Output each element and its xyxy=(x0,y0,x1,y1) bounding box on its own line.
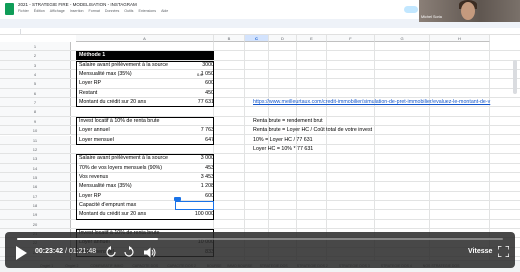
menu-item[interactable]: Insertion xyxy=(70,9,84,13)
row-number[interactable]: 10 xyxy=(0,126,71,135)
column-header-g[interactable]: G xyxy=(375,35,430,42)
row-number[interactable]: 13 xyxy=(0,154,71,163)
invest-box-1 xyxy=(76,116,214,145)
row-number[interactable]: 6 xyxy=(0,88,71,98)
method-1-box xyxy=(76,60,214,108)
row-number[interactable]: 8 xyxy=(0,107,71,116)
formula-bar[interactable] xyxy=(0,28,520,35)
menu-item[interactable]: Fichier xyxy=(18,9,29,13)
play-icon[interactable] xyxy=(15,246,27,260)
rewind-10-icon[interactable] xyxy=(105,246,117,258)
total-time: 01:21:48 xyxy=(68,248,97,255)
row-number[interactable]: 4 xyxy=(0,70,71,79)
section-header-label: Méthode 1 xyxy=(79,52,106,59)
sheets-logo-icon[interactable] xyxy=(5,3,14,15)
document-title[interactable]: 2021 - STRATEGIE FIRE - MODELISATION - I… xyxy=(18,2,137,7)
formula-note: Loyer HC = 10% * 77 631 xyxy=(253,145,314,152)
progress-bar[interactable] xyxy=(17,238,503,240)
volume-icon[interactable] xyxy=(144,247,156,258)
column-header-f[interactable]: F xyxy=(327,35,375,42)
menu-item[interactable]: Données xyxy=(105,9,119,13)
presenter-webcam: Michel Soria xyxy=(419,0,520,22)
forward-10-icon[interactable] xyxy=(123,246,135,258)
menu-item[interactable]: Extensions xyxy=(138,9,156,13)
column-header-a[interactable]: A xyxy=(76,35,214,42)
column-header-e[interactable]: E xyxy=(297,35,327,42)
vertical-scrollbar[interactable] xyxy=(513,60,517,94)
playback-time: 00:23:42 / 01:21:48 xyxy=(35,248,96,255)
active-cell-c18[interactable] xyxy=(175,200,214,211)
menu-item[interactable]: Aide xyxy=(161,9,168,13)
sheet-row: 8 xyxy=(0,107,520,117)
formula-note: Renta brute = Loyer HC / Coût total de v… xyxy=(253,127,373,134)
row-number[interactable]: 12 xyxy=(0,144,71,154)
row-number[interactable]: 7 xyxy=(0,98,71,107)
column-header-c[interactable]: C xyxy=(245,35,269,42)
fullscreen-icon[interactable] xyxy=(498,246,509,257)
row-number[interactable]: 14 xyxy=(0,163,71,172)
row-number[interactable]: 17 xyxy=(0,191,71,200)
row-number[interactable]: 5 xyxy=(0,79,71,88)
presenter-face xyxy=(461,2,475,20)
cell-comment-marker: 0.6 xyxy=(197,72,203,78)
column-header-d[interactable]: D xyxy=(269,35,297,42)
sheet-row: 1 xyxy=(0,42,520,52)
menu-bar: Fichier Édition Affichage Insertion Format Do… xyxy=(18,9,168,13)
row-number[interactable]: 15 xyxy=(0,172,71,182)
formula-note: Renta brute = rendement brut xyxy=(253,117,323,124)
row-number[interactable]: 19 xyxy=(0,210,71,219)
column-header-b[interactable]: B xyxy=(214,35,245,42)
current-time: 00:23:42 xyxy=(35,248,64,255)
sheet-row: 2 Méthode 1 xyxy=(0,51,520,61)
playback-speed-button[interactable]: Vitesse xyxy=(468,248,492,255)
row-number[interactable]: 9 xyxy=(0,116,71,126)
formula-note: 10% = Loyer HC / 77 631 xyxy=(253,136,313,143)
row-number[interactable]: 18 xyxy=(0,200,71,210)
simulation-link[interactable]: https://www.meilleurtaux.com/credit-immo… xyxy=(253,99,490,105)
collaborator-cursor-tag xyxy=(174,196,181,201)
menu-item[interactable]: Édition xyxy=(34,9,45,13)
menu-item[interactable]: Format xyxy=(89,9,100,13)
menu-item[interactable]: Affichage xyxy=(50,9,65,13)
column-header-h[interactable]: H xyxy=(430,35,490,42)
spreadsheet-grid[interactable]: A B C D E F G H 1 2 Méthode 1 3 Salaire avant prélèv… xyxy=(0,35,520,260)
video-player-controls: 00:23:42 / 01:21:48 Vitesse xyxy=(5,232,515,268)
row-number[interactable]: 20 xyxy=(0,219,71,228)
row-number[interactable]: 3 xyxy=(0,60,71,70)
share-button[interactable] xyxy=(404,6,418,13)
menu-item[interactable]: Outils xyxy=(124,9,133,13)
progress-bar-fill xyxy=(17,238,158,240)
row-number[interactable]: 11 xyxy=(0,135,71,144)
name-box[interactable] xyxy=(3,29,21,34)
row-number[interactable]: 16 xyxy=(0,182,71,191)
row-number[interactable]: 2 xyxy=(0,51,71,60)
webcam-name-label: Michel Soria xyxy=(421,15,442,19)
row-number[interactable]: 1 xyxy=(0,42,71,51)
section-header-cell[interactable]: Méthode 1 xyxy=(76,51,214,61)
sheet-row: 20 xyxy=(0,219,520,229)
